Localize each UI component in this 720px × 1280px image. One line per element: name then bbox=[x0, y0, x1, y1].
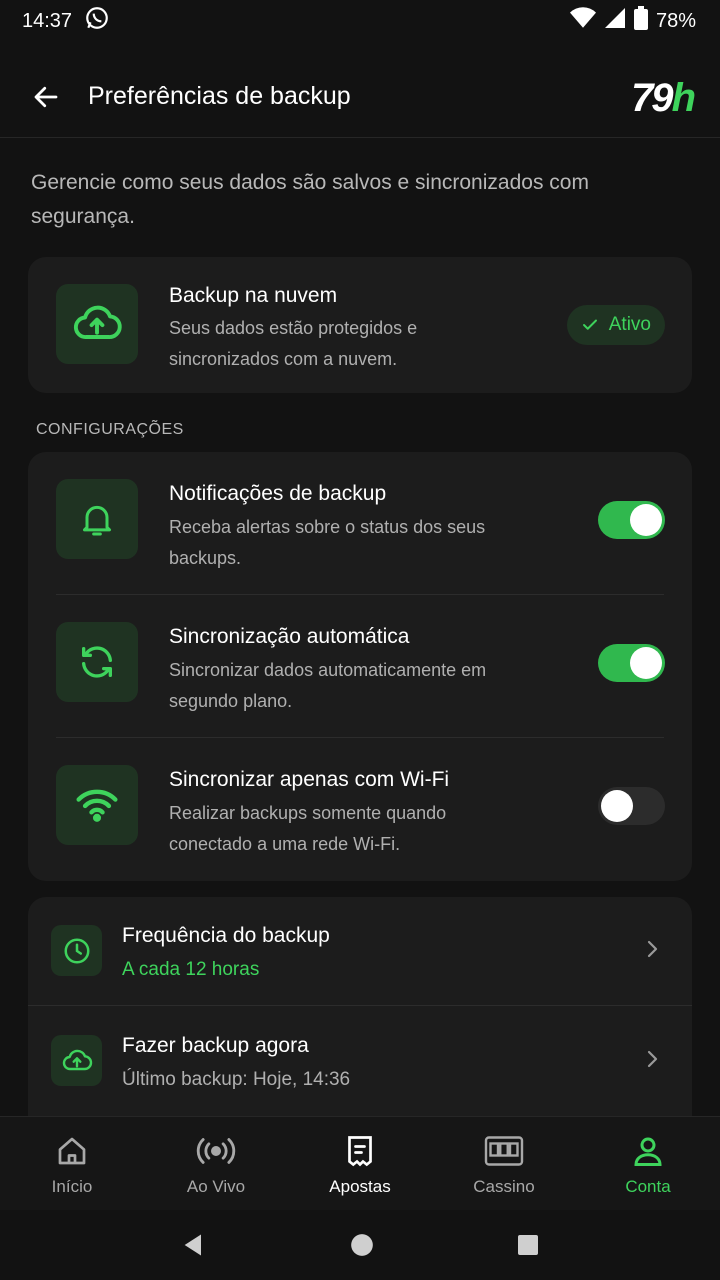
whatsapp-icon bbox=[84, 5, 110, 37]
cloud-upload-icon bbox=[56, 284, 138, 364]
setting-description: Realizar backups somente quando conectad… bbox=[169, 803, 447, 854]
system-recents-icon[interactable] bbox=[516, 1233, 540, 1257]
cloud-backup-card: Backup na nuvem Seus dados estão protegi… bbox=[28, 257, 692, 393]
bottom-nav: Início Ao Vivo Apostas Cassino Conta bbox=[0, 1116, 720, 1210]
battery-icon bbox=[633, 6, 648, 36]
actions-card: Frequência do backup A cada 12 horas Faz… bbox=[28, 897, 692, 1116]
auto-sync-toggle[interactable] bbox=[598, 644, 665, 682]
toggle-knob bbox=[630, 504, 662, 536]
system-back-icon[interactable] bbox=[180, 1231, 208, 1259]
system-home-icon[interactable] bbox=[349, 1232, 375, 1258]
notifications-toggle[interactable] bbox=[598, 501, 665, 539]
home-icon bbox=[58, 1137, 86, 1165]
system-nav-bar bbox=[0, 1210, 720, 1280]
arrow-left-icon bbox=[34, 86, 58, 107]
bell-icon bbox=[56, 479, 138, 559]
check-icon bbox=[582, 319, 597, 330]
toggle-knob bbox=[630, 647, 662, 679]
brand-logo: 79h bbox=[631, 76, 696, 120]
nav-item-cassino[interactable]: Cassino bbox=[432, 1117, 576, 1210]
setting-title: Sincronizar apenas com Wi-Fi bbox=[169, 768, 450, 791]
setting-wifi-only: Sincronizar apenas com Wi-Fi Realizar ba… bbox=[28, 738, 692, 881]
wifi-only-toggle[interactable] bbox=[598, 787, 665, 825]
chevron-right-icon bbox=[647, 1050, 658, 1068]
live-icon bbox=[196, 1138, 236, 1164]
wifi-icon bbox=[56, 765, 138, 845]
intro-text: Gerencie como seus dados são salvos e si… bbox=[31, 171, 589, 228]
user-icon bbox=[634, 1137, 662, 1166]
bet-slip-icon bbox=[348, 1136, 372, 1167]
chevron-right-icon bbox=[647, 940, 658, 958]
back-button[interactable] bbox=[18, 69, 74, 125]
settings-card: Notificações de backup Receba alertas so… bbox=[28, 452, 692, 881]
cloud-backup-description: Seus dados estão protegidos e sincroniza… bbox=[169, 318, 418, 369]
setting-title: Notificações de backup bbox=[169, 482, 387, 505]
cloud-upload-icon bbox=[51, 1035, 102, 1086]
app-bar: Preferências de backup 79h bbox=[0, 56, 720, 138]
nav-item-inicio[interactable]: Início bbox=[0, 1117, 144, 1210]
last-backup-text: Último backup: Hoje, 14:36 bbox=[122, 1069, 351, 1090]
status-time: 14:37 bbox=[22, 9, 73, 32]
section-label: CONFIGURAÇÕES bbox=[36, 421, 184, 438]
toggle-knob bbox=[601, 790, 633, 822]
action-title: Frequência do backup bbox=[122, 924, 330, 947]
status-bar: 14:37 78% bbox=[0, 0, 720, 42]
backup-frequency-row[interactable]: Frequência do backup A cada 12 horas bbox=[28, 897, 692, 1006]
battery-percent: 78% bbox=[655, 9, 696, 32]
backup-frequency-value: A cada 12 horas bbox=[122, 959, 260, 980]
setting-backup-notifications: Notificações de backup Receba alertas so… bbox=[28, 452, 692, 595]
wifi-signal-icon bbox=[569, 7, 596, 35]
nav-item-conta[interactable]: Conta bbox=[576, 1117, 720, 1210]
nav-item-apostas[interactable]: Apostas bbox=[288, 1117, 432, 1210]
main-content: Gerencie como seus dados são salvos e si… bbox=[0, 138, 720, 1116]
cloud-backup-title: Backup na nuvem bbox=[169, 284, 338, 307]
cell-signal-icon bbox=[604, 7, 626, 35]
slot-machine-icon bbox=[484, 1136, 524, 1166]
clock-icon bbox=[51, 925, 102, 976]
backup-now-row[interactable]: Fazer backup agora Último backup: Hoje, … bbox=[28, 1007, 692, 1116]
setting-description: Sincronizar dados automaticamente em seg… bbox=[169, 660, 487, 711]
action-title: Fazer backup agora bbox=[122, 1034, 309, 1057]
setting-title: Sincronização automática bbox=[169, 625, 410, 648]
divider bbox=[28, 1005, 692, 1006]
setting-auto-sync: Sincronização automática Sincronizar dad… bbox=[28, 595, 692, 738]
sync-icon bbox=[56, 622, 138, 702]
nav-item-ao-vivo[interactable]: Ao Vivo bbox=[144, 1117, 288, 1210]
setting-description: Receba alertas sobre o status dos seus b… bbox=[169, 517, 486, 568]
status-badge: Ativo bbox=[566, 305, 665, 345]
page-title: Preferências de backup bbox=[88, 82, 351, 110]
